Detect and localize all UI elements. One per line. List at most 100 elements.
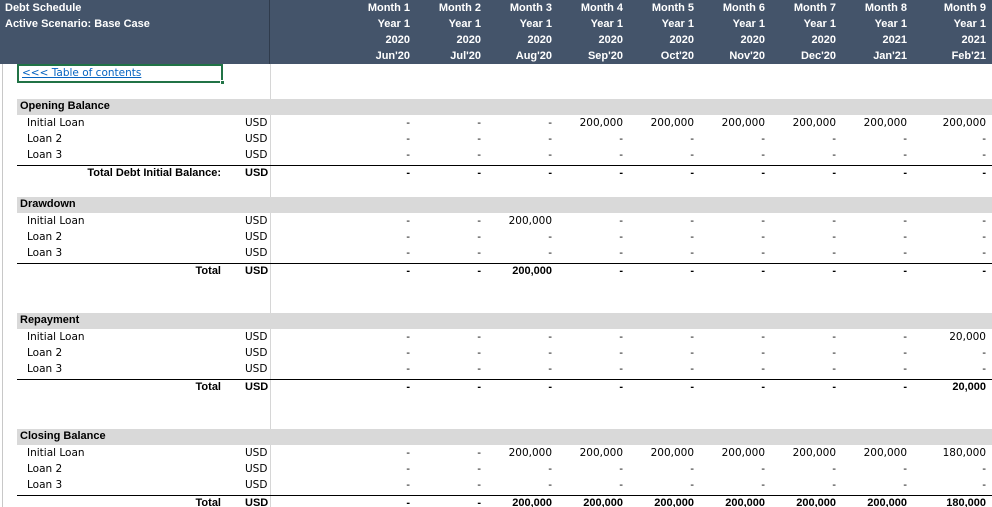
value-cell[interactable]: - xyxy=(484,363,552,375)
value-cell[interactable]: 200,000 xyxy=(555,497,623,507)
value-cell[interactable]: 200,000 xyxy=(484,265,552,277)
value-cell[interactable]: - xyxy=(697,133,765,145)
value-cell[interactable]: - xyxy=(697,363,765,375)
value-cell[interactable]: - xyxy=(555,231,623,243)
value-cell[interactable]: 200,000 xyxy=(918,117,986,129)
value-cell[interactable]: 180,000 xyxy=(918,447,986,459)
value-cell[interactable]: - xyxy=(839,381,907,393)
value-cell[interactable]: 200,000 xyxy=(768,447,836,459)
value-cell[interactable]: - xyxy=(555,347,623,359)
value-cell[interactable]: 200,000 xyxy=(484,497,552,507)
value-cell[interactable]: - xyxy=(839,347,907,359)
value-cell[interactable]: - xyxy=(697,215,765,227)
value-cell[interactable]: - xyxy=(918,149,986,161)
value-cell[interactable]: - xyxy=(555,363,623,375)
value-cell[interactable]: 200,000 xyxy=(839,447,907,459)
value-cell[interactable]: - xyxy=(839,247,907,259)
value-cell[interactable]: 200,000 xyxy=(484,447,552,459)
value-cell[interactable]: - xyxy=(484,479,552,491)
value-cell[interactable]: - xyxy=(555,381,623,393)
value-cell[interactable]: - xyxy=(768,463,836,475)
value-cell[interactable]: - xyxy=(413,247,481,259)
value-cell[interactable]: 200,000 xyxy=(555,117,623,129)
value-cell[interactable]: - xyxy=(626,463,694,475)
value-cell[interactable]: - xyxy=(484,347,552,359)
value-cell[interactable]: - xyxy=(697,331,765,343)
value-cell[interactable]: - xyxy=(413,133,481,145)
value-cell[interactable]: - xyxy=(697,231,765,243)
value-cell[interactable]: - xyxy=(555,331,623,343)
fill-handle[interactable] xyxy=(220,80,225,85)
value-cell[interactable]: - xyxy=(768,247,836,259)
selected-cell-toc[interactable]: <<< Table of contents xyxy=(17,64,225,85)
value-cell[interactable]: - xyxy=(626,265,694,277)
value-cell[interactable]: - xyxy=(697,479,765,491)
value-cell[interactable]: - xyxy=(413,497,481,507)
value-cell[interactable]: - xyxy=(768,149,836,161)
value-cell[interactable]: - xyxy=(839,149,907,161)
value-cell[interactable]: - xyxy=(768,363,836,375)
value-cell[interactable]: 200,000 xyxy=(697,117,765,129)
value-cell[interactable]: - xyxy=(918,265,986,277)
value-cell[interactable]: - xyxy=(342,347,410,359)
value-cell[interactable]: 20,000 xyxy=(918,381,986,393)
value-cell[interactable]: - xyxy=(555,463,623,475)
value-cell[interactable]: - xyxy=(413,463,481,475)
value-cell[interactable]: - xyxy=(918,215,986,227)
value-cell[interactable]: - xyxy=(342,247,410,259)
value-cell[interactable]: - xyxy=(484,133,552,145)
value-cell[interactable]: - xyxy=(839,265,907,277)
value-cell[interactable]: - xyxy=(342,447,410,459)
value-cell[interactable]: - xyxy=(555,479,623,491)
value-cell[interactable]: - xyxy=(413,117,481,129)
value-cell[interactable]: - xyxy=(413,347,481,359)
value-cell[interactable]: - xyxy=(697,347,765,359)
value-cell[interactable]: 180,000 xyxy=(918,497,986,507)
value-cell[interactable]: - xyxy=(626,479,694,491)
value-cell[interactable]: - xyxy=(555,247,623,259)
value-cell[interactable]: 200,000 xyxy=(626,447,694,459)
value-cell[interactable]: - xyxy=(918,479,986,491)
value-cell[interactable]: - xyxy=(626,381,694,393)
value-cell[interactable]: - xyxy=(839,363,907,375)
value-cell[interactable]: - xyxy=(626,347,694,359)
value-cell[interactable]: - xyxy=(342,463,410,475)
value-cell[interactable]: - xyxy=(768,381,836,393)
value-cell[interactable]: - xyxy=(918,133,986,145)
value-cell[interactable]: - xyxy=(484,167,552,179)
value-cell[interactable]: - xyxy=(342,479,410,491)
value-cell[interactable]: - xyxy=(555,167,623,179)
value-cell[interactable]: - xyxy=(413,265,481,277)
value-cell[interactable]: - xyxy=(697,381,765,393)
value-cell[interactable]: - xyxy=(768,347,836,359)
value-cell[interactable]: - xyxy=(342,265,410,277)
value-cell[interactable]: - xyxy=(342,167,410,179)
value-cell[interactable]: 200,000 xyxy=(626,117,694,129)
value-cell[interactable]: - xyxy=(626,363,694,375)
value-cell[interactable]: - xyxy=(839,479,907,491)
value-cell[interactable]: - xyxy=(768,167,836,179)
value-cell[interactable]: - xyxy=(626,167,694,179)
value-cell[interactable]: - xyxy=(918,347,986,359)
value-cell[interactable]: 200,000 xyxy=(768,117,836,129)
value-cell[interactable]: - xyxy=(839,463,907,475)
value-cell[interactable]: - xyxy=(413,167,481,179)
value-cell[interactable]: - xyxy=(342,331,410,343)
value-cell[interactable]: - xyxy=(555,265,623,277)
value-cell[interactable]: - xyxy=(413,447,481,459)
value-cell[interactable]: - xyxy=(626,231,694,243)
value-cell[interactable]: - xyxy=(626,215,694,227)
value-cell[interactable]: - xyxy=(413,381,481,393)
value-cell[interactable]: - xyxy=(839,167,907,179)
value-cell[interactable]: 20,000 xyxy=(918,331,986,343)
value-cell[interactable]: - xyxy=(918,363,986,375)
value-cell[interactable]: - xyxy=(626,149,694,161)
value-cell[interactable]: 200,000 xyxy=(768,497,836,507)
value-cell[interactable]: - xyxy=(484,381,552,393)
value-cell[interactable]: - xyxy=(342,381,410,393)
value-cell[interactable]: - xyxy=(342,363,410,375)
value-cell[interactable]: 200,000 xyxy=(555,447,623,459)
value-cell[interactable]: - xyxy=(839,133,907,145)
value-cell[interactable]: - xyxy=(484,463,552,475)
value-cell[interactable]: - xyxy=(768,133,836,145)
